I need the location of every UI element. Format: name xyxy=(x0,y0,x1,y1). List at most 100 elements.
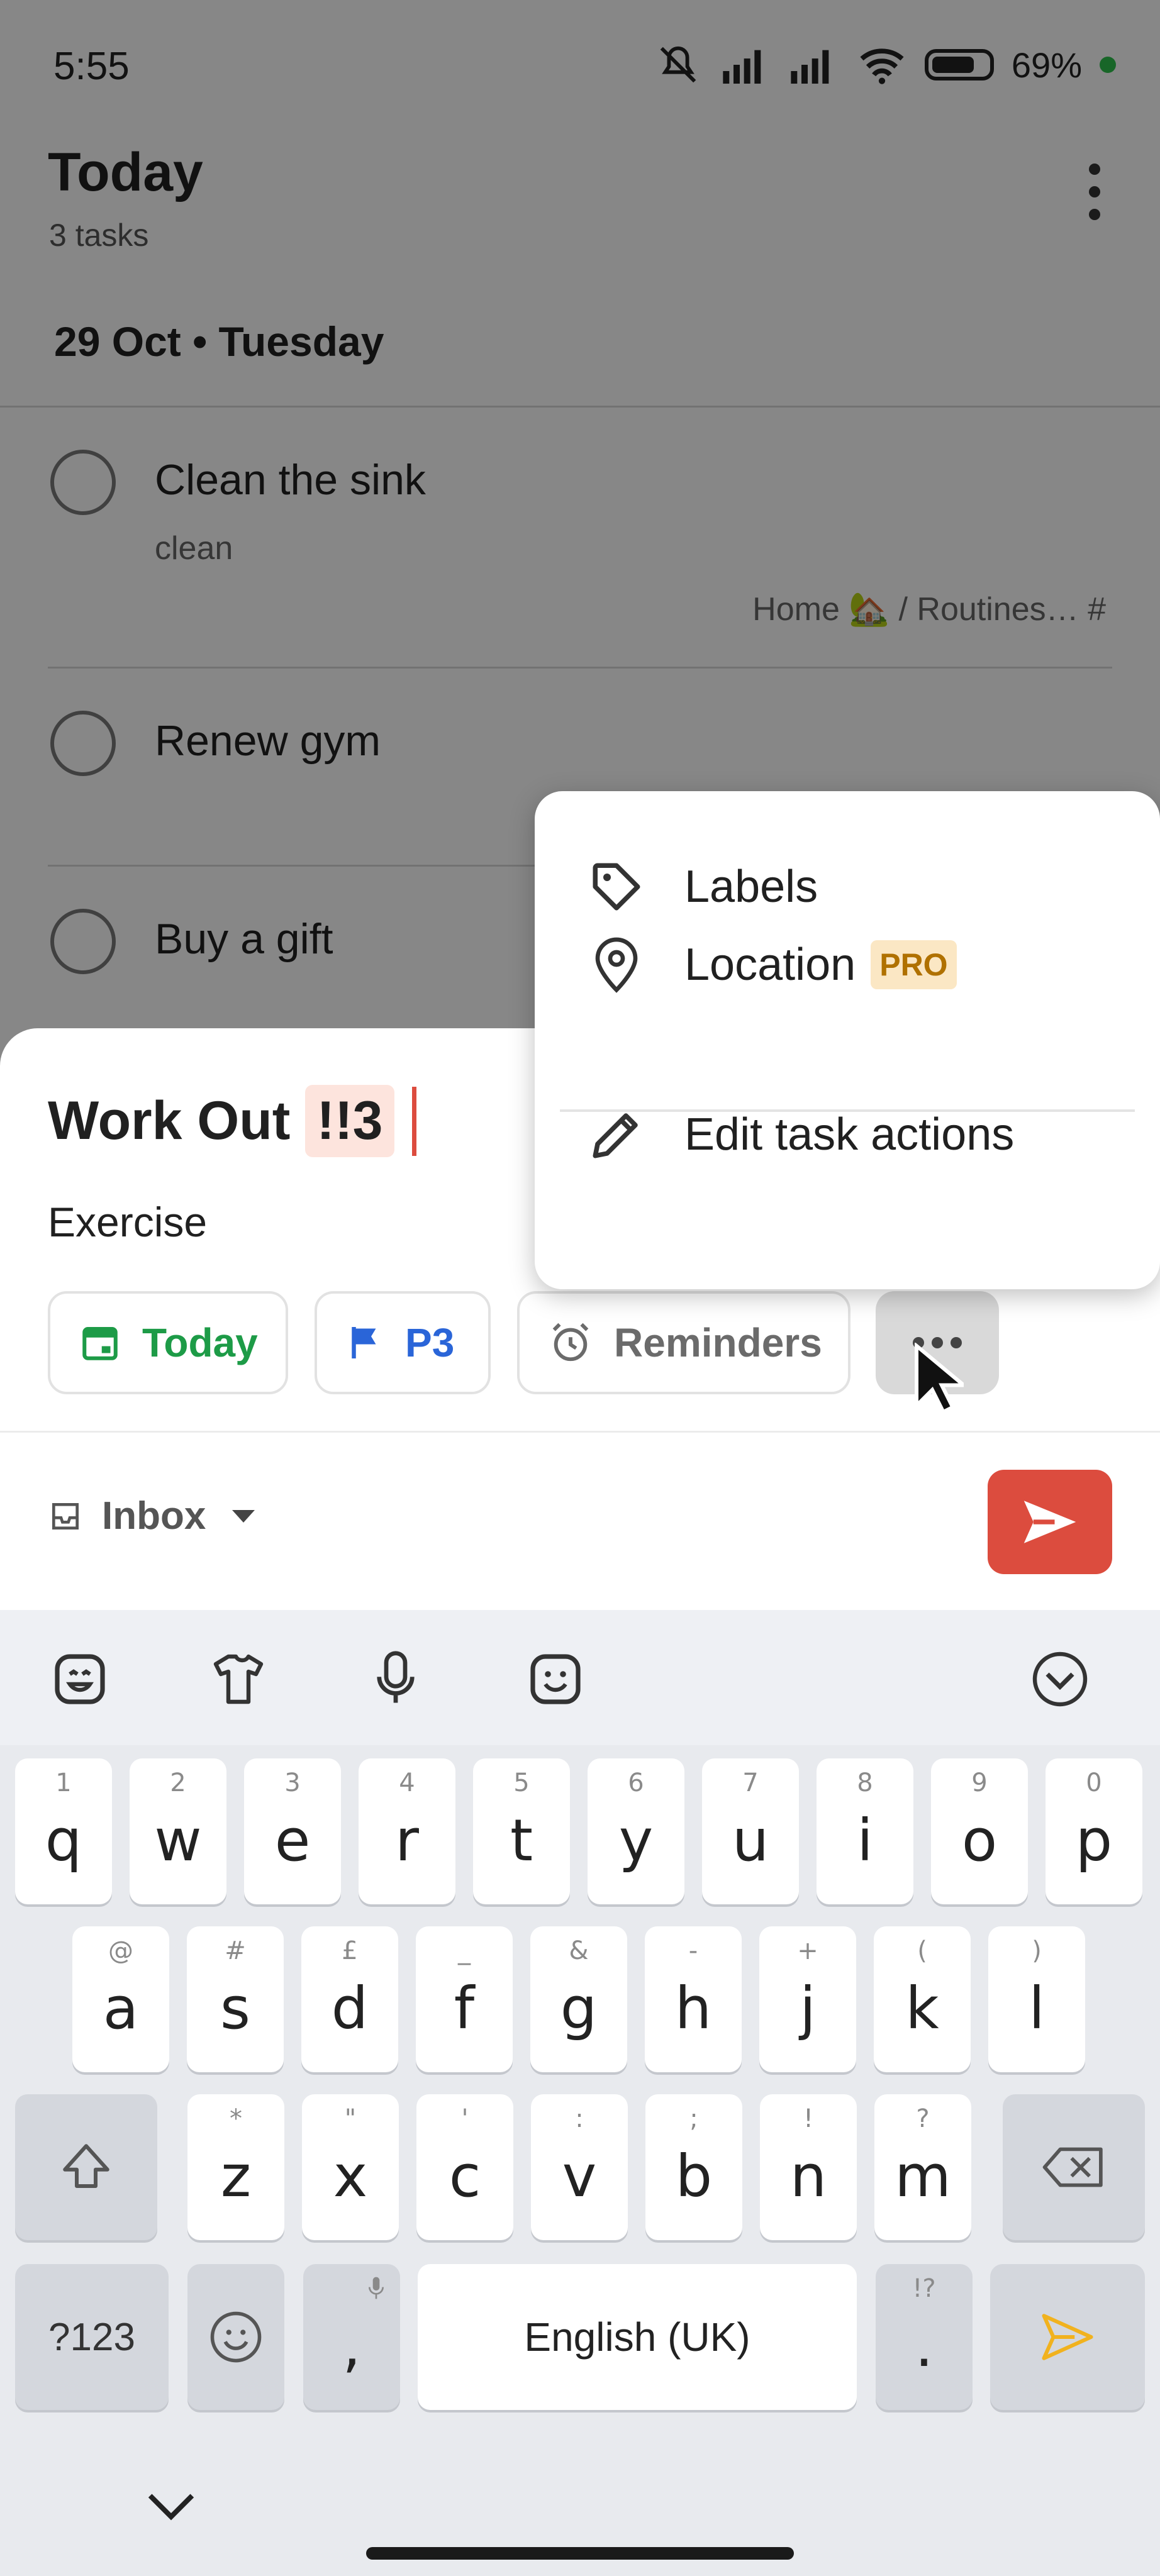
key-label: l xyxy=(1029,1974,1045,2042)
hide-keyboard-button[interactable] xyxy=(140,2481,203,2531)
key-label: p xyxy=(1075,1806,1113,1874)
key-e[interactable]: 3e xyxy=(244,1758,341,1904)
send-arrow-icon xyxy=(1042,2314,1093,2360)
tshirt-icon[interactable] xyxy=(204,1645,273,1714)
home-indicator[interactable] xyxy=(366,2547,794,2560)
key-label: o xyxy=(961,1806,998,1874)
key-k[interactable]: (k xyxy=(874,1926,971,2072)
key-h[interactable]: -h xyxy=(645,1926,742,2072)
key-o[interactable]: 9o xyxy=(931,1758,1028,1904)
key-label: u xyxy=(732,1806,769,1874)
priority-token: !!3 xyxy=(305,1085,394,1157)
location-pin-icon xyxy=(586,935,647,995)
shift-icon xyxy=(63,2144,109,2188)
key-q[interactable]: 1q xyxy=(15,1758,112,1904)
key-s[interactable]: # s xyxy=(187,1926,284,2072)
collapse-keyboard-icon[interactable] xyxy=(1025,1645,1095,1714)
calendar-icon xyxy=(79,1322,121,1363)
reminders-chip[interactable]: Reminders xyxy=(517,1291,850,1394)
key-b[interactable]: ; b xyxy=(645,2094,742,2240)
key-z[interactable]: * z xyxy=(187,2094,284,2240)
comma-label: , xyxy=(342,2312,361,2380)
key-r[interactable]: 4r xyxy=(359,1758,455,1904)
backspace-key[interactable] xyxy=(1003,2094,1145,2240)
microphone-icon[interactable] xyxy=(361,1645,430,1714)
key-y[interactable]: 6y xyxy=(588,1758,684,1904)
pro-badge: PRO xyxy=(871,940,957,989)
menu-item-edit-task-actions[interactable]: Edit task actions xyxy=(535,1072,1160,1197)
key-label: a xyxy=(103,1974,139,2042)
key-label: g xyxy=(560,1974,598,2042)
key-l[interactable]: ) l xyxy=(988,1926,1085,2072)
send-icon xyxy=(1023,1501,1076,1543)
period-label: . xyxy=(915,2312,934,2380)
key-hint: 5 xyxy=(513,1768,530,1797)
emoji-sticker-icon[interactable] xyxy=(521,1645,590,1714)
key-a[interactable]: @ a xyxy=(72,1926,169,2072)
key-hint: ! xyxy=(803,2104,814,2133)
key-hint: 9 xyxy=(971,1768,988,1797)
soft-keyboard: 1q2w3e4r5t6y7u8i9o0p @ a # s £ d _ f & g - h + j(k) l … xyxy=(0,1610,1160,2576)
key-hint: @ xyxy=(108,1936,133,1965)
key-label: e xyxy=(274,1806,311,1874)
key-p[interactable]: 0p xyxy=(1046,1758,1142,1904)
key-label: y xyxy=(618,1806,654,1874)
key-hint: * xyxy=(230,2104,242,2133)
key-hint: - xyxy=(688,1936,698,1965)
chevron-down-icon xyxy=(148,2494,194,2521)
symbols-key[interactable]: ?123 xyxy=(15,2264,169,2410)
sticker-icon[interactable] xyxy=(45,1645,114,1714)
key-label: z xyxy=(220,2142,252,2210)
inbox-icon xyxy=(48,1499,83,1534)
key-g[interactable]: & g xyxy=(530,1926,627,2072)
key-j[interactable]: + j xyxy=(759,1926,856,2072)
key-hint: " xyxy=(344,2104,357,2133)
menu-item-label: Location xyxy=(684,940,856,990)
key-m[interactable]: ? m xyxy=(874,2094,971,2240)
period-key[interactable]: !? . xyxy=(876,2264,973,2410)
key-label: x xyxy=(333,2142,368,2210)
key-label: t xyxy=(510,1806,533,1874)
key-n[interactable]: ! n xyxy=(760,2094,857,2240)
key-label: j xyxy=(800,1974,816,2042)
key-label: q xyxy=(45,1806,82,1874)
emoji-key[interactable] xyxy=(187,2264,284,2410)
key-hint: & xyxy=(569,1936,589,1965)
mic-hint-icon xyxy=(369,2277,384,2299)
send-key[interactable] xyxy=(990,2264,1145,2410)
key-hint: ) xyxy=(1032,1936,1042,1965)
task-name-input[interactable]: Work Out !!3 xyxy=(48,1085,416,1157)
key-hint: : xyxy=(575,2104,584,2133)
key-hint: ? xyxy=(916,2104,930,2133)
key-hint: 7 xyxy=(742,1768,759,1797)
key-hint: 0 xyxy=(1086,1768,1102,1797)
task-name-text: Work Out xyxy=(48,1091,291,1151)
key-v[interactable]: :v xyxy=(531,2094,628,2240)
menu-item-location[interactable]: Location PRO xyxy=(535,902,1160,1028)
space-key[interactable]: English (UK) xyxy=(418,2264,857,2410)
key-c[interactable]: ' c xyxy=(416,2094,513,2240)
key-label: d xyxy=(331,1974,369,2042)
description-input[interactable]: Exercise xyxy=(48,1198,207,1246)
key-w[interactable]: 2w xyxy=(130,1758,226,1904)
project-selector[interactable]: Inbox xyxy=(48,1494,255,1538)
comma-key[interactable]: , xyxy=(303,2264,400,2410)
date-chip[interactable]: Today xyxy=(48,1291,288,1394)
key-i[interactable]: 8i xyxy=(817,1758,913,1904)
send-button[interactable] xyxy=(988,1470,1112,1574)
key-f[interactable]: _ f xyxy=(416,1926,513,2072)
key-label: c xyxy=(449,2142,481,2210)
key-u[interactable]: 7u xyxy=(702,1758,799,1904)
priority-chip[interactable]: P3 xyxy=(315,1291,491,1394)
space-key-label: English (UK) xyxy=(524,2314,750,2360)
key-hint: 3 xyxy=(284,1768,301,1797)
date-chip-label: Today xyxy=(142,1320,258,1365)
key-t[interactable]: 5t xyxy=(473,1758,570,1904)
key-hint: 8 xyxy=(857,1768,873,1797)
key-label: v xyxy=(562,2142,597,2210)
shift-key[interactable] xyxy=(15,2094,157,2240)
key-label: s xyxy=(220,1974,250,2042)
key-d[interactable]: £ d xyxy=(301,1926,398,2072)
key-x[interactable]: " x xyxy=(302,2094,399,2240)
divider xyxy=(0,1431,1160,1433)
